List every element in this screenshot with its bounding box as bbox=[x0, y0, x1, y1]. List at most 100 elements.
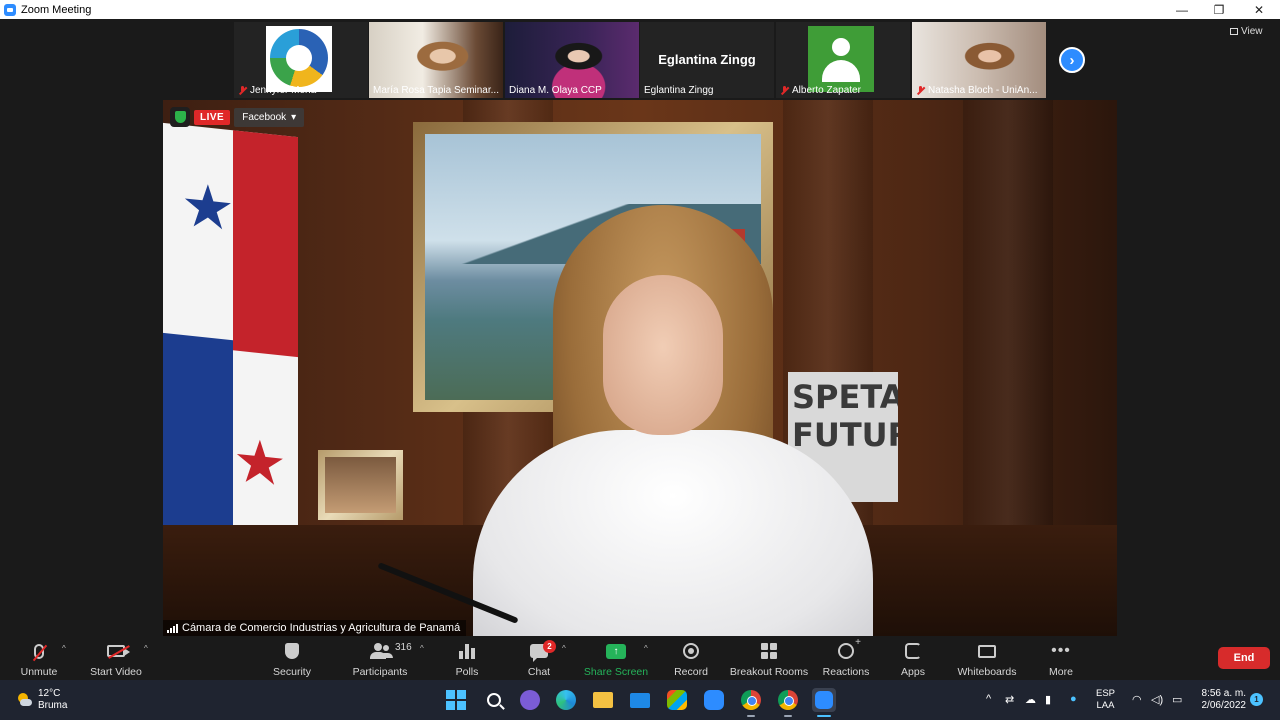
taskbar-chrome-2[interactable] bbox=[776, 688, 800, 717]
tray-cloud-off-icon[interactable]: ☁ bbox=[1025, 693, 1036, 706]
share-screen-label: Share Screen bbox=[583, 666, 649, 678]
share-options-caret[interactable]: ^ bbox=[644, 644, 648, 653]
participant-name-row: Eglantina Zingg bbox=[644, 85, 714, 96]
minimize-button[interactable]: — bbox=[1162, 0, 1202, 19]
more-label: More bbox=[1049, 666, 1073, 678]
more-dots-icon: ••• bbox=[1051, 642, 1071, 659]
meeting-toolbar: Unmute ^ Start Video ^ Security 316 Part… bbox=[0, 636, 1280, 680]
input-language-indicator[interactable]: ESP LAA bbox=[1096, 688, 1115, 712]
participants-button[interactable]: 316 Participants bbox=[348, 638, 412, 678]
whiteboards-label: Whiteboards bbox=[957, 666, 1017, 678]
stream-target-dropdown[interactable]: Facebook ▾ bbox=[234, 107, 305, 127]
participant-name: Alberto Zapater bbox=[792, 85, 861, 96]
participant-tile[interactable]: Natasha Bloch - UniAn... bbox=[912, 22, 1046, 98]
share-screen-icon: ↑ bbox=[606, 643, 626, 659]
battery-icon[interactable]: ▭ bbox=[1172, 693, 1182, 706]
end-meeting-button[interactable]: End bbox=[1218, 647, 1270, 669]
live-badge[interactable]: LIVE bbox=[194, 109, 231, 125]
polls-button[interactable]: Polls bbox=[448, 638, 486, 678]
participant-tile[interactable]: Eglantina Zingg Eglantina Zingg bbox=[640, 22, 774, 98]
audio-options-caret[interactable]: ^ bbox=[62, 644, 66, 653]
taskbar-store[interactable] bbox=[665, 688, 689, 712]
taskbar-mail[interactable] bbox=[628, 688, 652, 712]
chat-button[interactable]: 2 Chat bbox=[520, 638, 558, 678]
weather-temperature: 12°C bbox=[38, 688, 61, 699]
participant-name-row: María Rosa Tapia Seminar... bbox=[373, 85, 499, 96]
taskbar-app[interactable] bbox=[702, 688, 726, 712]
breakout-rooms-label: Breakout Rooms bbox=[729, 666, 809, 678]
participant-tile[interactable]: María Rosa Tapia Seminar... bbox=[369, 22, 503, 98]
participant-tile[interactable]: Alberto Zapater bbox=[776, 22, 910, 98]
start-button[interactable] bbox=[444, 688, 468, 712]
taskbar-zoom[interactable] bbox=[812, 688, 836, 717]
reactions-label: Reactions bbox=[822, 666, 870, 678]
share-screen-button[interactable]: ↑ Share Screen bbox=[583, 638, 649, 678]
participant-name: Eglantina Zingg bbox=[644, 85, 714, 96]
participant-display-name: Eglantina Zingg bbox=[658, 52, 756, 67]
active-speaker-video: SPETA FUTURO ★★ bbox=[163, 100, 1117, 636]
whiteboards-button[interactable]: Whiteboards bbox=[955, 638, 1019, 678]
taskbar-teams-chat[interactable] bbox=[518, 688, 542, 712]
next-page-button[interactable]: › bbox=[1059, 47, 1085, 73]
taskbar-edge[interactable] bbox=[554, 688, 578, 712]
reactions-button[interactable]: Reactions bbox=[820, 637, 872, 678]
start-video-button[interactable]: Start Video bbox=[86, 638, 146, 678]
video-options-caret[interactable]: ^ bbox=[144, 644, 148, 653]
start-video-label: Start Video bbox=[90, 666, 142, 678]
window-titlebar: Zoom Meeting — ❐ ✕ bbox=[0, 0, 1280, 19]
zoom-app-icon bbox=[4, 3, 16, 16]
notification-count-badge[interactable]: 1 bbox=[1250, 693, 1263, 706]
view-button[interactable]: View bbox=[1230, 26, 1263, 37]
tray-microphone-icon[interactable]: ● bbox=[1070, 693, 1077, 705]
wifi-icon[interactable]: ◠ bbox=[1132, 693, 1142, 706]
tray-network-adapter-icon[interactable]: ⇄ bbox=[1005, 693, 1014, 706]
participant-name: Diana M. Olaya CCP bbox=[509, 85, 602, 96]
participants-icon bbox=[369, 643, 391, 659]
mic-muted-icon bbox=[238, 86, 247, 95]
chat-options-caret[interactable]: ^ bbox=[562, 644, 566, 653]
polls-label: Polls bbox=[455, 666, 479, 678]
speaker-body bbox=[473, 430, 873, 636]
apps-button[interactable]: Apps bbox=[896, 638, 930, 678]
video-off-icon bbox=[107, 645, 130, 657]
participants-options-caret[interactable]: ^ bbox=[420, 644, 424, 653]
apps-label: Apps bbox=[901, 666, 925, 678]
tray-meter-icon[interactable]: ▮ bbox=[1045, 693, 1051, 706]
more-button[interactable]: ••• More bbox=[1044, 638, 1078, 679]
security-button[interactable]: Security bbox=[266, 638, 318, 678]
taskbar-search[interactable] bbox=[482, 688, 506, 712]
polls-icon bbox=[459, 643, 475, 659]
weather-widget[interactable]: 12°C Bruma bbox=[16, 688, 67, 712]
keyboard-layout: LAA bbox=[1096, 700, 1115, 711]
restore-button[interactable]: ❐ bbox=[1199, 0, 1239, 19]
volume-icon[interactable]: ◁) bbox=[1151, 693, 1163, 706]
record-label: Record bbox=[674, 666, 708, 678]
close-button[interactable]: ✕ bbox=[1239, 0, 1279, 19]
unmute-button[interactable]: Unmute bbox=[14, 638, 64, 678]
weather-condition: Bruma bbox=[38, 700, 68, 711]
sign-line: SPETA bbox=[792, 378, 898, 416]
view-label: View bbox=[1241, 26, 1263, 37]
apps-icon bbox=[905, 643, 921, 659]
encryption-shield-icon[interactable] bbox=[170, 107, 190, 127]
taskbar-file-explorer[interactable] bbox=[591, 688, 615, 712]
participant-tile[interactable]: Jennyfer Mena bbox=[234, 22, 368, 98]
breakout-rooms-button[interactable]: Breakout Rooms bbox=[728, 638, 810, 678]
system-clock[interactable]: 8:56 a. m. 2/06/2022 bbox=[1196, 688, 1247, 712]
chrome-icon bbox=[741, 690, 761, 710]
desk-photo-frame bbox=[318, 450, 403, 520]
tray-overflow-chevron-icon[interactable]: ^ bbox=[986, 693, 991, 705]
speaker-name: Cámara de Comercio Industrias y Agricult… bbox=[182, 622, 461, 634]
taskbar-chrome[interactable] bbox=[739, 688, 763, 717]
participant-name-row: Jennyfer Mena bbox=[238, 85, 316, 96]
language-code: ESP bbox=[1096, 688, 1116, 699]
record-button[interactable]: Record bbox=[671, 638, 711, 678]
participant-tile[interactable]: Diana M. Olaya CCP bbox=[505, 22, 639, 98]
participant-name-row: Natasha Bloch - UniAn... bbox=[916, 85, 1038, 96]
default-avatar-icon bbox=[808, 26, 874, 92]
speaker-face bbox=[603, 275, 723, 435]
organization-logo bbox=[266, 26, 332, 92]
caret-down-icon: ▾ bbox=[291, 111, 297, 123]
sign-line: FUTURO bbox=[792, 416, 898, 454]
live-stream-indicators: LIVE Facebook ▾ bbox=[170, 107, 305, 127]
